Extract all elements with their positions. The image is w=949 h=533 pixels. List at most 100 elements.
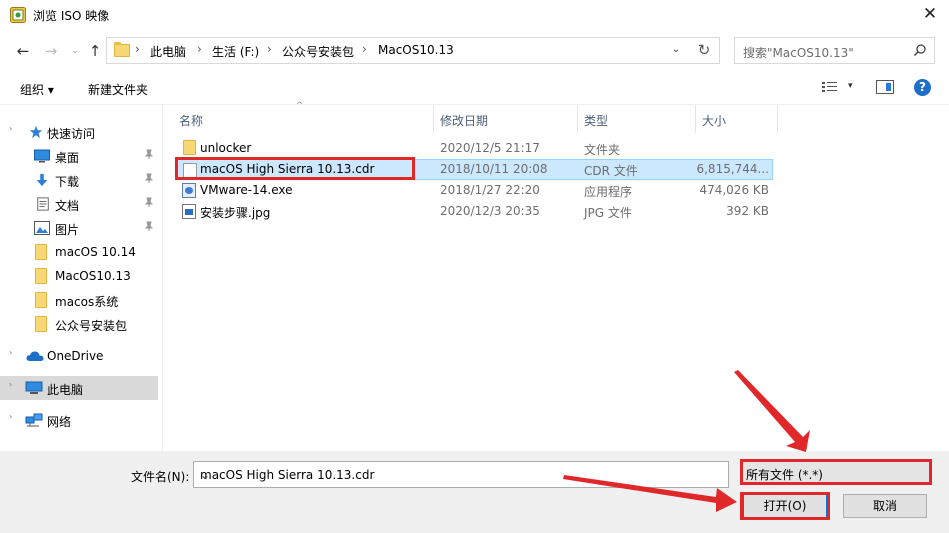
folder-icon [183,140,196,155]
column-label: 类型 [584,114,609,128]
title-bar: 浏览 ISO 映像 ✕ [0,0,949,31]
picture-icon [34,221,50,235]
folder-icon [35,268,47,284]
file-name: VMware-14.exe [200,183,293,197]
folder-icon [35,316,47,332]
pin-icon[interactable] [144,173,154,186]
sidebar-label: 公众号安装包 [55,319,128,333]
sidebar-item-install-packages[interactable]: 公众号安装包 [0,312,158,336]
sidebar-label: OneDrive [47,349,104,363]
expand-arrow-icon[interactable]: › [9,124,12,133]
sidebar-item-documents[interactable]: 文档 [0,192,158,216]
file-modified: 2018/10/11 20:08 [440,162,548,176]
sidebar-item-macos-system[interactable]: macos系统 [0,288,158,312]
view-options-chevron-icon[interactable]: ▾ [848,81,853,91]
sidebar-item-quick-access[interactable]: › 快速访问 [0,120,158,144]
breadcrumb-separator: › [197,42,202,56]
column-header-modified[interactable]: 修改日期 [434,105,578,133]
column-header-size[interactable]: 大小 [696,105,778,133]
app-icon [10,7,26,23]
view-options-icon[interactable] [821,80,839,94]
sidebar-item-onedrive[interactable]: › OneDrive [0,344,158,368]
back-arrow-icon[interactable]: ← [14,42,32,60]
expand-arrow-icon[interactable]: › [9,348,12,357]
window-title: 浏览 ISO 映像 [33,9,110,23]
download-icon [36,173,48,187]
sidebar-item-this-pc[interactable]: › 此电脑 [0,376,158,400]
sidebar-item-pictures[interactable]: 图片 [0,216,158,240]
search-input[interactable]: 搜索"MacOS10.13" [734,37,935,64]
refresh-icon[interactable]: ↻ [689,37,720,64]
navigation-bar: ← → ⌄ ↑ › 此电脑 › 生活 (F:) › 公众号安装包 › MacOS… [0,31,949,71]
breadcrumb-this-pc[interactable]: 此电脑 [150,43,186,60]
pin-icon[interactable] [144,149,154,162]
breadcrumb-separator: › [135,42,140,56]
pin-icon[interactable] [144,197,154,210]
forward-arrow-icon[interactable]: → [42,42,60,60]
file-type: JPG 文件 [584,206,632,220]
close-icon[interactable]: ✕ [921,5,939,23]
cloud-icon [26,351,44,361]
file-name: 安装步骤.jpg [200,206,271,220]
star-icon [29,125,43,139]
organize-button[interactable]: 组织 ▾ [20,81,54,98]
annotation-highlight-filetype [740,459,932,485]
filename-label: 文件名(N): [131,470,190,484]
sidebar-label: 此电脑 [47,383,84,397]
annotation-highlight-file [175,157,415,180]
sidebar-item-macos1013[interactable]: MacOS10.13 [0,264,158,288]
file-row-vmware-exe[interactable]: VMware-14.exe 2018/1/27 22:20 应用程序 474,0… [177,180,773,201]
sidebar-label: 网络 [47,415,72,429]
file-name: unlocker [200,141,252,155]
sidebar-label: 下载 [55,175,80,189]
column-label: 大小 [702,114,727,128]
chevron-down-icon[interactable]: ⌄ [200,468,723,482]
sidebar-item-desktop[interactable]: 桌面 [0,144,158,168]
folder-icon [114,42,130,57]
sidebar-label: macos系统 [55,295,119,309]
address-bar[interactable]: › 此电脑 › 生活 (F:) › 公众号安装包 › MacOS10.13 ⌄ [106,37,720,64]
breadcrumb-install-packages[interactable]: 公众号安装包 [282,43,354,60]
expand-arrow-icon[interactable]: › [9,412,12,421]
address-history-chevron-icon[interactable]: ⌄ [669,44,683,55]
sidebar-label: 桌面 [55,151,80,165]
file-type: 文件夹 [584,143,621,157]
breadcrumb-separator: › [267,42,272,56]
sidebar-item-downloads[interactable]: 下载 [0,168,158,192]
sidebar-label: 文档 [55,199,80,213]
search-placeholder: 搜索"MacOS10.13" [743,46,854,60]
file-type: CDR 文件 [584,164,638,178]
sidebar-label: 快速访问 [47,127,96,141]
file-size: 6,815,744... [696,162,769,176]
breadcrumb-macos1013[interactable]: MacOS10.13 [378,43,454,57]
sidebar-item-network[interactable]: › 网络 [0,408,158,432]
file-row-unlocker[interactable]: unlocker 2020/12/5 21:17 文件夹 [177,138,773,159]
file-size: 474,026 KB [699,183,769,197]
image-icon [182,204,196,219]
column-header-type[interactable]: 类型 [578,105,696,133]
preview-pane-icon[interactable] [876,80,894,94]
column-label: 名称 [179,114,204,128]
up-arrow-icon[interactable]: ↑ [86,42,104,60]
pin-icon[interactable] [144,221,154,234]
breadcrumb-separator: › [362,42,367,56]
sidebar-label: macOS 10.14 [55,245,136,259]
file-modified: 2020/12/3 20:35 [440,204,540,218]
file-modified: 2020/12/5 21:17 [440,141,540,155]
command-bar: 组织 ▾ 新建文件夹 ▾ ? [0,71,949,105]
file-modified: 2018/1/27 22:20 [440,183,540,197]
cancel-button[interactable]: 取消 [843,494,927,518]
exe-icon [182,183,196,198]
recent-locations-chevron-icon[interactable]: ⌄ [66,42,84,60]
desktop-icon [34,149,50,163]
breadcrumb-drive-f[interactable]: 生活 (F:) [212,43,259,60]
filename-field[interactable]: macOS High Sierra 10.13.cdr ⌄ [193,461,729,488]
file-row-install-steps-jpg[interactable]: 安装步骤.jpg 2020/12/3 20:35 JPG 文件 392 KB [177,201,773,222]
sidebar-label: 图片 [55,223,80,237]
help-icon[interactable]: ? [914,79,931,96]
column-header-name[interactable]: 名称 [173,105,434,133]
expand-arrow-icon[interactable]: › [9,380,12,389]
new-folder-button[interactable]: 新建文件夹 [88,81,148,98]
document-icon [37,197,49,211]
sidebar-item-macos-1014[interactable]: macOS 10.14 [0,240,158,264]
